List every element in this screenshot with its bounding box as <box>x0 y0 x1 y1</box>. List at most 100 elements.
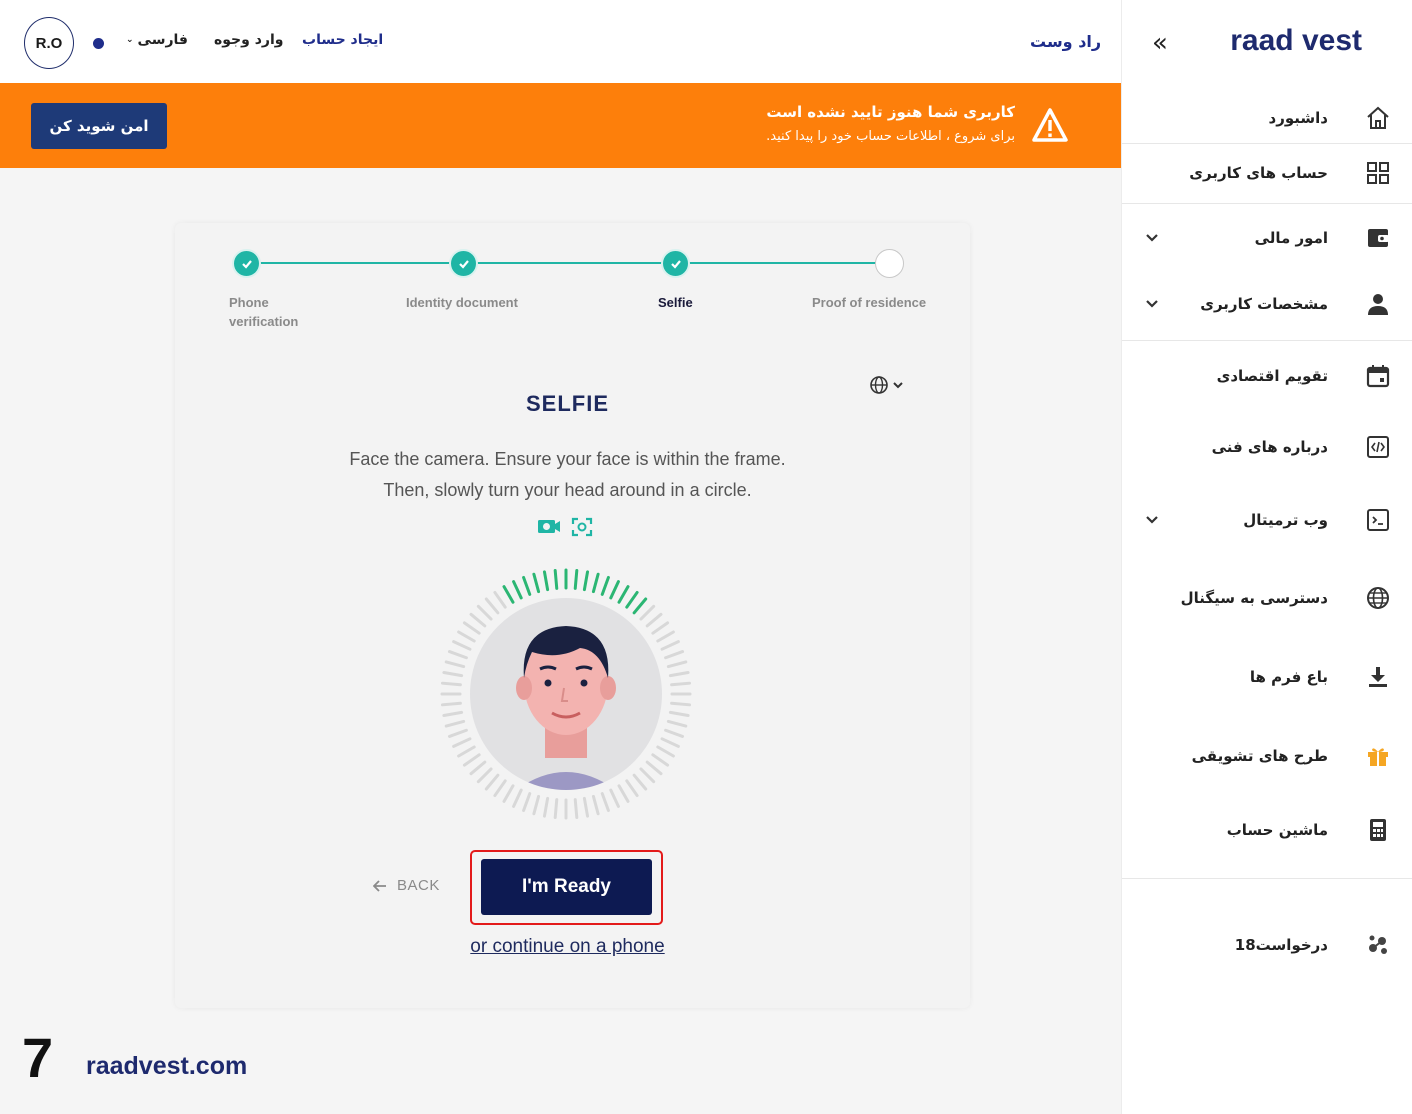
status-dot <box>93 38 104 49</box>
back-button[interactable]: BACK <box>373 877 440 894</box>
progress-tick <box>457 630 476 643</box>
progress-tick <box>617 784 630 803</box>
progress-tick <box>639 767 656 784</box>
sidebar-divider <box>1122 340 1412 341</box>
progress-tick <box>600 792 610 813</box>
progress-tick <box>668 670 690 678</box>
progress-tick <box>632 773 648 791</box>
selfie-preview <box>440 568 692 820</box>
requests-badge: 18 <box>1234 936 1256 954</box>
verification-banner: امن شوید کن کاربری شما هنوز تایید نشده ا… <box>0 83 1121 168</box>
progress-tick <box>522 792 532 813</box>
collapse-icon[interactable]: « <box>1152 30 1168 56</box>
progress-tick <box>469 760 487 776</box>
chevron-down-icon <box>1146 234 1158 242</box>
selfie-card: Phone verification Identity document Sel… <box>175 223 970 1008</box>
step-label-residence: Proof of residence <box>812 295 927 310</box>
brand-link[interactable]: راد وست <box>1030 32 1101 51</box>
continue-on-phone-link[interactable]: or continue on a phone <box>175 936 960 958</box>
secure-account-button[interactable]: امن شوید کن <box>31 103 167 149</box>
sidebar-item-label: داشبورد <box>1268 109 1328 127</box>
deposit-link[interactable]: وارد وجوه <box>214 32 283 48</box>
sidebar-item-profile[interactable]: مشخصات کاربری <box>1122 279 1412 329</box>
progress-tick <box>452 640 472 651</box>
progress-tick <box>493 590 507 609</box>
sidebar-item-dashboard[interactable]: داشبورد <box>1122 93 1412 143</box>
sidebar-item-signals[interactable]: دسترسی به سیگنال <box>1122 573 1412 623</box>
progress-tick <box>484 597 500 615</box>
sidebar: raad vest « داشبورد حساب های کاربری امور… <box>1121 0 1412 1114</box>
progress-tick <box>645 760 663 776</box>
progress-tick <box>582 570 590 592</box>
sidebar-item-technical[interactable]: درباره های فنی <box>1122 422 1412 472</box>
progress-tick <box>512 788 523 808</box>
progress-tick <box>512 580 523 600</box>
sidebar-item-label: مشخصات کاربری <box>1200 295 1328 313</box>
step-done-icon <box>232 249 261 278</box>
face-scan-icon <box>571 517 593 537</box>
language-select[interactable]: ⌄ فارسی <box>126 32 188 48</box>
progress-tick <box>462 753 481 767</box>
sidebar-item-label: تقویم اقتصادی <box>1216 367 1328 385</box>
user-icon <box>1368 294 1388 315</box>
progress-tick <box>617 585 630 604</box>
sidebar-item-accounts[interactable]: حساب های کاربری <box>1122 148 1412 198</box>
sidebar-item-label: دسترسی به سیگنال <box>1180 589 1328 607</box>
step-done-icon <box>449 249 478 278</box>
progress-tick <box>582 796 590 818</box>
banner-title: کاربری شما هنوز تایید نشده است <box>766 103 1015 121</box>
sidebar-logo: raad vest <box>1230 24 1362 57</box>
chevron-down-icon <box>1146 516 1158 524</box>
step-label-line: Phone <box>229 295 269 310</box>
chevron-down-icon: ⌄ <box>126 35 134 45</box>
progress-tick <box>609 580 620 600</box>
sidebar-item-label: ماشین حساب <box>1226 821 1328 839</box>
step-current-icon <box>661 249 690 278</box>
gift-icon <box>1368 748 1388 766</box>
progress-tick <box>664 650 685 660</box>
progress-tick <box>600 575 610 596</box>
sidebar-item-webterminal[interactable]: وب ترمیتال <box>1122 495 1412 545</box>
progress-tick <box>666 660 688 669</box>
home-icon <box>1367 106 1389 129</box>
instruction-text: Face the camera. Ensure your face is wit… <box>349 449 786 469</box>
warning-icon <box>1032 108 1068 142</box>
page-title: SELFIE <box>525 391 609 416</box>
create-account-link[interactable]: ایجاد حساب <box>302 32 383 48</box>
progress-tick <box>651 753 670 767</box>
progress-tick <box>484 773 500 791</box>
calculator-icon <box>1370 819 1386 841</box>
user-avatar[interactable]: R.O <box>24 17 74 69</box>
progress-tick <box>542 796 550 818</box>
ready-button[interactable]: I'm Ready <box>481 859 652 915</box>
progress-tick <box>660 640 680 651</box>
progress-tick <box>452 737 472 748</box>
sidebar-item-finance[interactable]: امور مالی <box>1122 213 1412 263</box>
progress-tick <box>532 794 541 816</box>
progress-tick <box>639 604 656 621</box>
sidebar-item-promotions[interactable]: طرح های تشویقی <box>1122 731 1412 781</box>
progress-tick <box>502 784 515 803</box>
sidebar-item-forms[interactable]: باع فرم ها <box>1122 652 1412 702</box>
step-label-identity: Identity document <box>406 295 518 310</box>
chevron-down-icon <box>1146 300 1158 308</box>
calendar-icon <box>1366 365 1390 388</box>
progress-tick <box>573 568 579 590</box>
globe-icon <box>1367 587 1389 609</box>
sidebar-item-label: وب ترمیتال <box>1243 511 1328 529</box>
back-label: BACK <box>397 877 440 894</box>
sidebar-item-requests[interactable]: درخواست18 <box>1122 920 1412 970</box>
sidebar-item-label: امور مالی <box>1254 229 1328 247</box>
progress-tick <box>670 681 692 687</box>
progress-tick <box>573 798 579 820</box>
sidebar-item-calculator[interactable]: ماشین حساب <box>1122 805 1412 855</box>
progress-tick <box>660 737 680 748</box>
progress-tick <box>444 719 466 728</box>
progress-tick <box>625 779 639 798</box>
progress-tick <box>493 779 507 798</box>
progress-tick <box>440 681 462 687</box>
sidebar-item-calendar[interactable]: تقویم اقتصادی <box>1122 351 1412 401</box>
terminal-icon <box>1367 509 1389 531</box>
sidebar-item-label: باع فرم ها <box>1249 668 1328 686</box>
sidebar-item-label: حساب های کاربری <box>1189 164 1328 182</box>
